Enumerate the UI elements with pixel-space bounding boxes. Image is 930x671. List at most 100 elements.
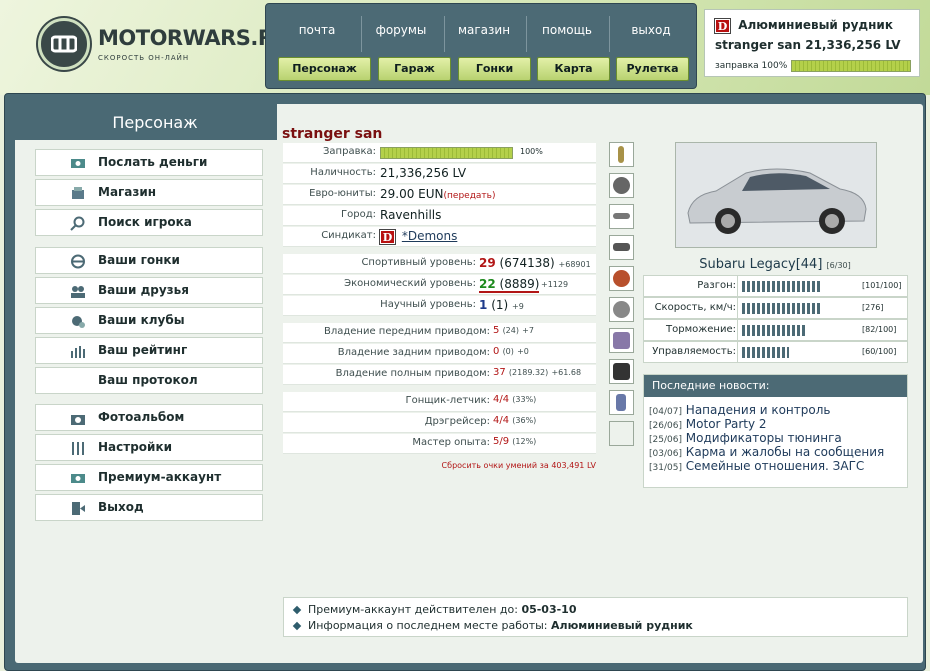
search-icon [70, 216, 85, 231]
transfer-link[interactable]: (передать) [444, 191, 496, 201]
nav-forums[interactable]: форумы [366, 23, 436, 37]
row-econ-level: Экономический уровень: 22 (8889) +1129 [283, 275, 596, 295]
tab-garage[interactable]: Гараж [378, 57, 451, 81]
tuning-exhaust-icon[interactable] [609, 204, 634, 229]
tuning-suspension-icon[interactable] [609, 142, 634, 167]
awd-level: 37 [493, 367, 506, 378]
sport-label: Спортивный уровень: [361, 257, 476, 268]
news-text: Нападения и контроль [685, 403, 831, 417]
sidebar-item-label: Премиум-аккаунт [98, 470, 222, 484]
stat-label: Управляемость: [652, 346, 736, 357]
row-syndicate: Синдикат: D *Demons [283, 227, 596, 247]
news-item[interactable]: [03/06] Карма и жалобы на сообщения [649, 445, 907, 459]
fwd-next: +7 [522, 326, 534, 335]
sci-next: +9 [512, 302, 524, 311]
stat-bar-remainder [788, 347, 820, 358]
sidebar-item-exit[interactable]: Выход [35, 494, 263, 521]
awd-points: (2189.32) [508, 368, 549, 377]
row-cash: Наличность: 21,336,256 LV [283, 164, 596, 184]
awd-next: +61.68 [551, 368, 582, 377]
tuning-nitro-icon[interactable] [609, 390, 634, 415]
nav-logout[interactable]: выход [616, 23, 686, 37]
car-image[interactable] [675, 142, 877, 248]
money-icon [71, 159, 85, 168]
sidebar-item-send-money[interactable]: Послать деньги [35, 149, 263, 176]
row-rwd: Владение задним приводом: 0 (0) +0 [283, 344, 596, 364]
nav-separator [361, 16, 362, 52]
car-name[interactable]: Subaru Legacy[44] [6/30] [644, 257, 906, 272]
news-item[interactable]: [31/05] Семейные отношения. ЗАГС [649, 459, 907, 473]
sidebar-item-search-player[interactable]: Поиск игрока [35, 209, 263, 236]
tuning-engine-icon[interactable] [609, 328, 634, 353]
nav-shop[interactable]: магазин [449, 23, 519, 37]
fuel-label: Заправка: [323, 146, 376, 157]
sidebar-item-premium[interactable]: Премиум-аккаунт [35, 464, 263, 491]
camera-icon [71, 415, 85, 425]
sci-wrap: 1 (1) +9 [479, 298, 524, 312]
row-master: Мастер опыта: 5/9 (12%) [283, 434, 596, 454]
sport-wrap: 29 (674138) +68901 [479, 256, 591, 270]
tuning-pipe-icon[interactable] [609, 235, 634, 260]
stat-row-braking: Торможение: [82/100] [643, 319, 908, 341]
stat-row-speed: Скорость, км/ч: [276] [643, 297, 908, 319]
sport-next: +68901 [558, 260, 591, 269]
stat-row-acceleration: Разгон: [101/100] [643, 275, 908, 297]
clubs-icon [72, 316, 85, 328]
sidebar-item-races[interactable]: Ваши гонки [35, 247, 263, 274]
syndicate-link[interactable]: *Demons [402, 229, 458, 243]
premium-info: Премиум-аккаунт действителен до: 05-03-1… [292, 603, 897, 617]
city-value: Ravenhills [380, 208, 442, 222]
info-panel: Премиум-аккаунт действителен до: 05-03-1… [283, 597, 908, 637]
nav-mail[interactable]: почта [282, 23, 352, 37]
status-box: D Алюминиевый рудник stranger san 21,336… [704, 9, 920, 77]
sidebar-item-clubs[interactable]: Ваши клубы [35, 307, 263, 334]
econ-label: Экономический уровень: [344, 278, 476, 289]
car-title: Subaru Legacy[44] [699, 257, 823, 272]
tuning-brake-icon[interactable] [609, 297, 634, 322]
sidebar-item-settings[interactable]: Настройки [35, 434, 263, 461]
sidebar-item-friends[interactable]: Ваши друзья [35, 277, 263, 304]
news-item[interactable]: [25/06] Модификаторы тюнинга [649, 431, 907, 445]
fwd-wrap: 5 (24) +7 [493, 325, 534, 336]
content-area: Персонаж Послать деньги Магазин Поиск иг… [15, 104, 923, 663]
sidebar-item-photo-album[interactable]: Фотоальбом [35, 404, 263, 431]
news-date: [31/05] [649, 463, 682, 473]
sidebar-item-label: Ваш рейтинг [98, 343, 188, 357]
news-item[interactable]: [26/06] Motor Party 2 [649, 417, 907, 431]
cash-value: 21,336,256 LV [380, 166, 467, 180]
tab-races[interactable]: Гонки [458, 57, 531, 81]
sidebar-item-shop[interactable]: Магазин [35, 179, 263, 206]
tuning-tire-icon[interactable] [609, 173, 634, 198]
row-drag: Дрэгрейсер: 4/4 (36%) [283, 413, 596, 433]
news-item[interactable]: [04/07] Нападения и контроль [649, 403, 907, 417]
tab-map[interactable]: Карта [537, 57, 610, 81]
tuning-chip-icon[interactable] [609, 359, 634, 384]
sidebar-item-protocol[interactable]: Ваш протокол [35, 367, 263, 394]
news-title: Последние новости: [644, 375, 907, 397]
stat-bar-remainder [805, 325, 820, 336]
awd-label: Владение полным приводом: [335, 368, 490, 379]
master-value: 5/9 [493, 436, 510, 447]
sidebar-item-label: Настройки [98, 440, 173, 454]
rwd-wrap: 0 (0) +0 [493, 346, 529, 357]
stat-label: Разгон: [697, 280, 736, 291]
row-awd: Владение полным приводом: 37 (2189.32) +… [283, 365, 596, 385]
eun-value: 29.00 EUN [380, 187, 444, 201]
econ-points: (8889) [499, 277, 540, 291]
exit-icon [72, 502, 85, 515]
news-date: [03/06] [649, 449, 682, 459]
news-date: [25/06] [649, 435, 682, 445]
rwd-next: +0 [517, 347, 529, 356]
premium-label: Премиум-аккаунт действителен до: [308, 603, 518, 616]
tuning-empty-slot[interactable] [609, 421, 634, 446]
logo-emblem-icon [38, 18, 90, 70]
pilot-wrap: 4/4 (33%) [493, 394, 536, 405]
player-name[interactable]: stranger san [282, 126, 382, 142]
sidebar-item-rating[interactable]: Ваш рейтинг [35, 337, 263, 364]
reset-skills-link[interactable]: Сбросить очки умений за 403,491 LV [283, 461, 596, 470]
friends-icon [71, 286, 85, 298]
nav-help[interactable]: помощь [532, 23, 602, 37]
tab-roulette[interactable]: Рулетка [616, 57, 689, 81]
tab-character[interactable]: Персонаж [278, 57, 371, 81]
tuning-turbo-icon[interactable] [609, 266, 634, 291]
